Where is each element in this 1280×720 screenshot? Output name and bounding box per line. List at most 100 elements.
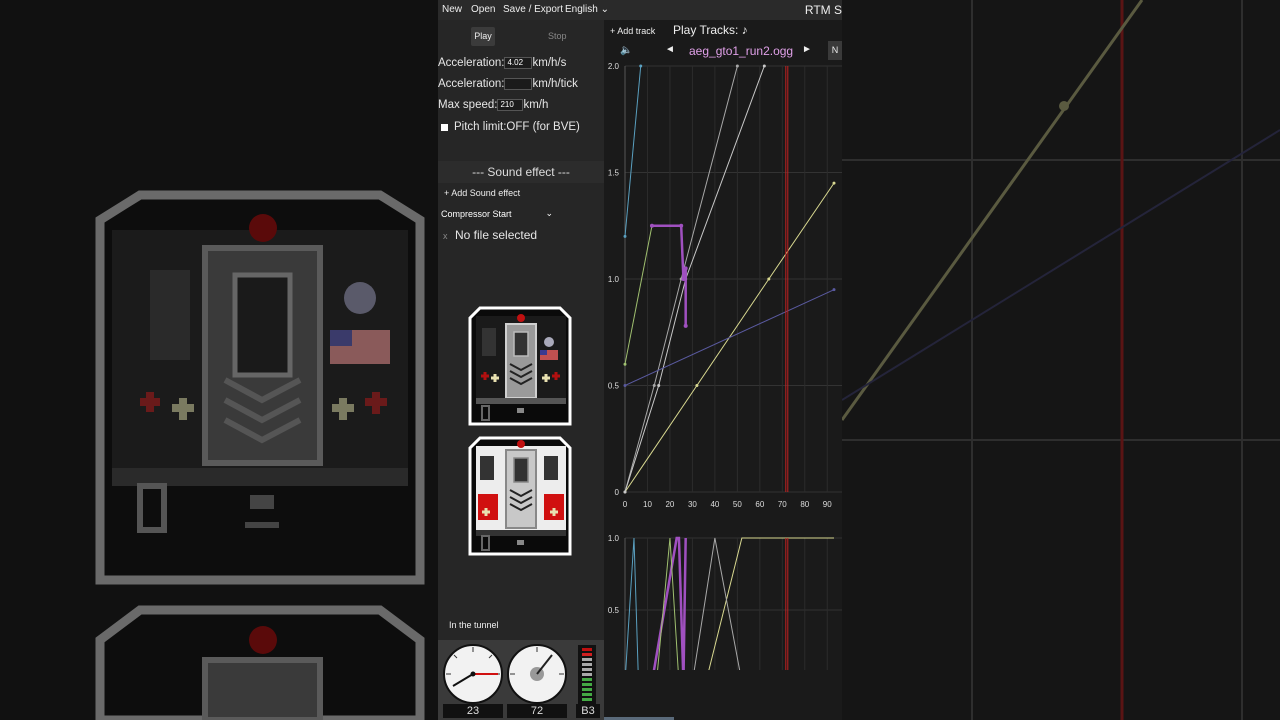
speaker-icon[interactable]: 🔈 xyxy=(620,45,632,56)
play-button[interactable]: Play xyxy=(471,27,495,46)
menu-new[interactable]: New xyxy=(442,4,462,15)
series-line-3 xyxy=(624,65,642,237)
sound-file-input[interactable]: No file selected xyxy=(455,228,537,242)
track-name: aeg_gto1_run2.ogg xyxy=(689,44,794,58)
data-point xyxy=(832,181,836,185)
data-point xyxy=(832,288,836,292)
x-tick-label: 90 xyxy=(823,500,832,509)
max-speed-unit: km/h xyxy=(523,99,549,112)
pitch-limit-checkbox[interactable] xyxy=(441,124,448,131)
max-speed-label: Max speed: xyxy=(438,99,498,112)
gauge-panel: 23 72 B3 xyxy=(438,640,604,720)
series-line-2 xyxy=(657,537,679,670)
y-tick-label: 2.0 xyxy=(608,62,620,71)
stop-button[interactable]: Stop xyxy=(548,31,567,41)
x-tick-label: 70 xyxy=(778,500,787,509)
chevron-down-icon: ⌄ xyxy=(600,4,609,15)
acceleration-tick-unit: km/h/tick xyxy=(532,78,578,91)
y-tick-label: 1.0 xyxy=(608,534,620,543)
train-sprites xyxy=(468,306,572,556)
data-point xyxy=(657,384,661,387)
brake-notch-indicator xyxy=(578,645,596,705)
data-point xyxy=(623,234,627,238)
menu-open[interactable]: Open xyxy=(471,4,495,15)
screen: New Open Save / Export English ⌄ RTM S P… xyxy=(0,0,1280,720)
background-chart-image xyxy=(842,0,1280,720)
sound-effect-select-value: Compressor Start xyxy=(441,209,512,219)
x-tick-label: 10 xyxy=(643,500,652,509)
tachometer-gauge xyxy=(507,644,567,704)
app-title: RTM S xyxy=(804,3,842,17)
chevron-down-icon: ⌄ xyxy=(545,208,553,218)
language-select[interactable]: English ⌄ xyxy=(565,4,609,15)
x-tick-label: 0 xyxy=(623,500,628,509)
series-line-3 xyxy=(625,537,639,670)
series-line-6 xyxy=(624,289,835,386)
menu-save-export[interactable]: Save / Export xyxy=(503,4,563,15)
menu-bar: New Open Save / Export English ⌄ RTM S xyxy=(438,0,842,20)
series-line-0 xyxy=(708,537,834,670)
x-tick-label: 20 xyxy=(665,500,674,509)
acceleration-tick-input[interactable] xyxy=(504,78,533,90)
train-rear-sprite xyxy=(468,436,572,556)
data-point xyxy=(762,64,766,68)
max-speed-row: Max speed: 210 km/h xyxy=(438,99,548,111)
speed-readout: 23 xyxy=(443,704,503,718)
acceleration-row: Acceleration: 4.02 km/h/s xyxy=(438,57,566,69)
volume-speed-chart[interactable]: 00.51.0 xyxy=(604,510,842,670)
background-train-blur xyxy=(0,0,438,720)
x-tick-label: 30 xyxy=(688,500,697,509)
max-speed-input[interactable]: 210 xyxy=(497,99,524,111)
data-point xyxy=(683,266,688,271)
notch-readout: B3 xyxy=(576,704,600,718)
gauges xyxy=(443,644,596,705)
language-value: English xyxy=(565,4,598,15)
track-bar: 🔈 ◄ aeg_gto1_run2.ogg ► N xyxy=(604,41,842,60)
data-point xyxy=(639,64,643,68)
y-tick-label: 1.0 xyxy=(608,275,620,284)
acceleration-label: Acceleration: xyxy=(438,57,505,70)
play-tracks-label: Play Tracks: ♪ xyxy=(673,23,748,37)
series-line-4 xyxy=(693,537,741,670)
pitch-speed-chart[interactable]: 0 0.5 1.0 1.5 2.0 0 10 20 30 40 50 60 70 80 90 xyxy=(604,60,842,520)
n-button[interactable]: N xyxy=(828,41,842,60)
next-track-button[interactable]: ► xyxy=(802,44,812,55)
y-tick-label: 0.5 xyxy=(608,606,620,615)
sound-effect-header: --- Sound effect --- xyxy=(438,161,604,183)
add-track-button[interactable]: + Add track xyxy=(610,26,655,36)
rpm-readout: 72 xyxy=(507,704,567,718)
pitch-limit-label: Pitch limit:OFF (for BVE) xyxy=(454,121,580,133)
control-panel: Play Stop Acceleration: 4.02 km/h/s Accele… xyxy=(438,20,604,720)
background-train-image xyxy=(95,190,425,720)
data-point xyxy=(649,223,654,228)
app-window: New Open Save / Export English ⌄ RTM S P… xyxy=(438,0,842,720)
acceleration-unit: km/h/s xyxy=(532,57,567,70)
acceleration-tick-label: Acceleration: xyxy=(438,78,505,91)
graph-area: + Add track Play Tracks: ♪ 🔈 ◄ aeg_gto1_… xyxy=(604,20,842,720)
y-tick-label: 1.5 xyxy=(608,169,620,178)
sound-effect-select[interactable]: Compressor Start ⌄ xyxy=(441,208,553,222)
x-tick-label: 50 xyxy=(733,500,742,509)
acceleration-input[interactable]: 4.02 xyxy=(504,57,533,69)
speedometer-gauge xyxy=(443,644,503,704)
data-point xyxy=(652,384,656,387)
add-sound-effect-button[interactable]: + Add Sound effect xyxy=(444,188,520,198)
data-point xyxy=(767,277,771,281)
train-front-sprite xyxy=(468,306,572,426)
data-point xyxy=(681,277,686,281)
data-point xyxy=(735,64,739,68)
data-point xyxy=(623,490,627,494)
y-tick-label: 0 xyxy=(615,488,620,497)
prev-track-button[interactable]: ◄ xyxy=(665,44,675,55)
x-tick-label: 80 xyxy=(800,500,809,509)
x-tick-label: 40 xyxy=(710,500,719,509)
data-point xyxy=(623,362,627,366)
remove-sound-button[interactable]: x xyxy=(443,231,448,241)
y-tick-label: 0.5 xyxy=(608,382,620,391)
data-point xyxy=(679,223,684,228)
series-line-1 xyxy=(652,536,687,670)
data-point xyxy=(623,384,627,387)
acceleration-tick-row: Acceleration: km/h/tick xyxy=(438,78,578,90)
data-point xyxy=(683,323,688,328)
x-tick-label: 60 xyxy=(755,500,764,509)
